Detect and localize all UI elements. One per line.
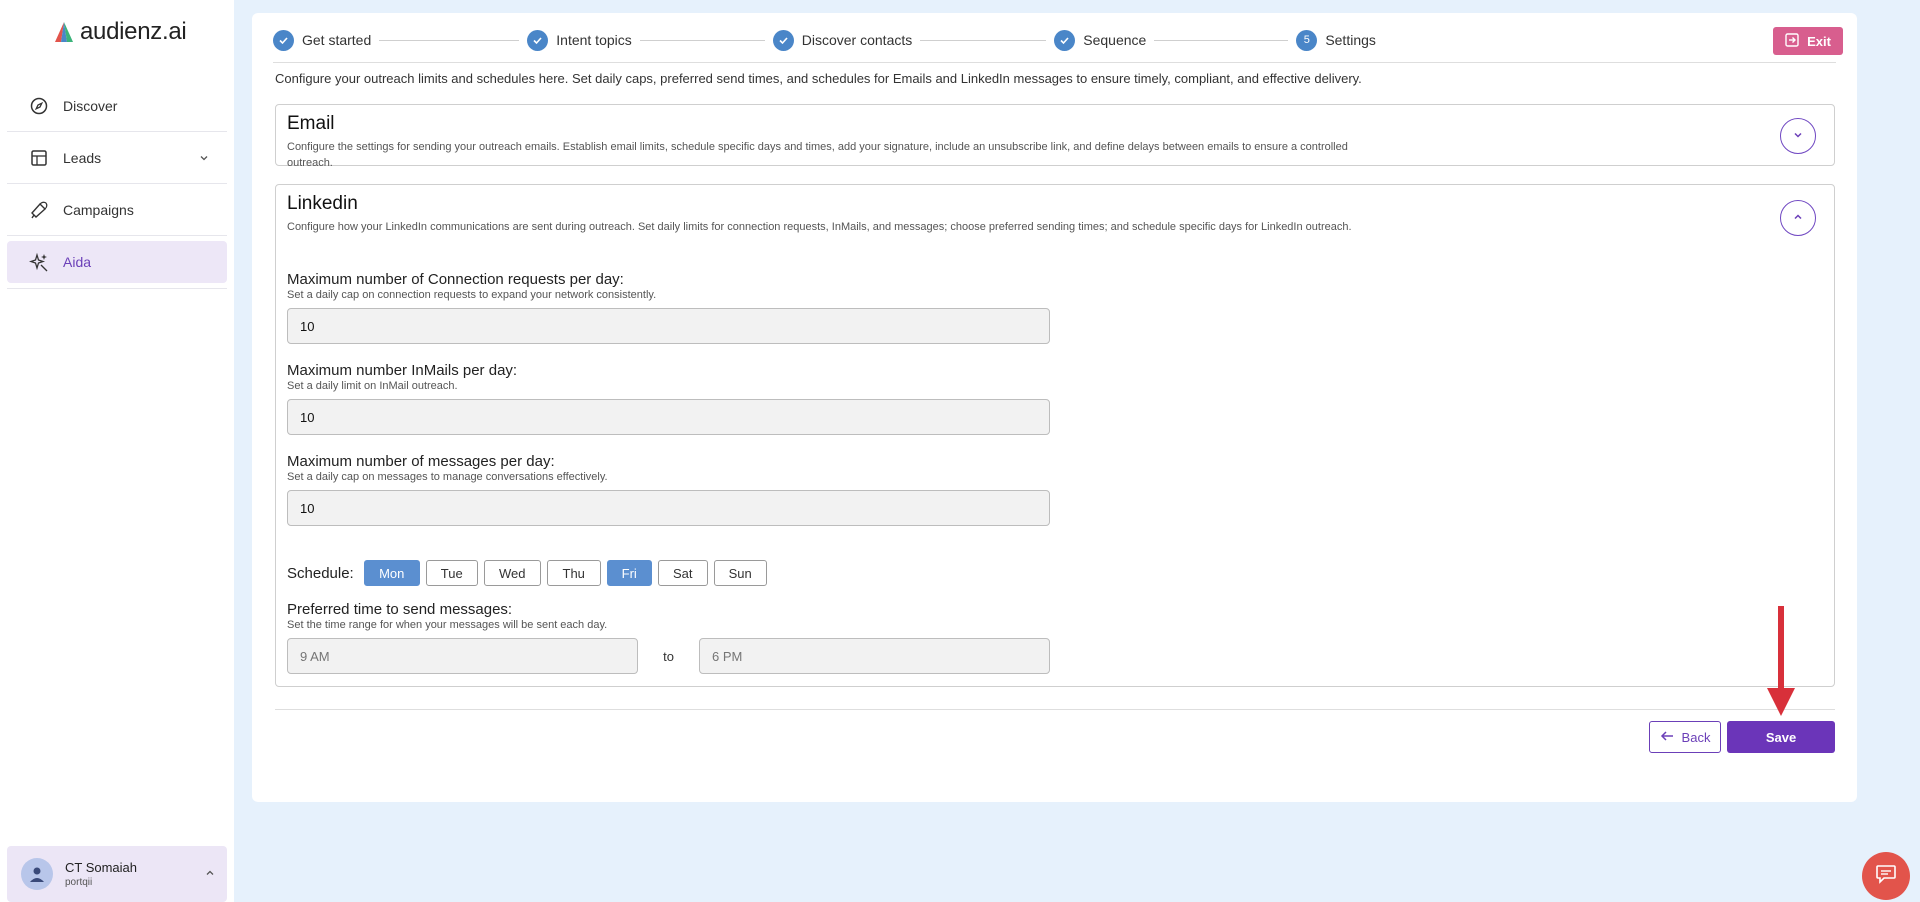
chevron-up-icon	[1792, 211, 1804, 226]
field-help: Set the time range for when your message…	[287, 619, 608, 631]
day-toggle-wed[interactable]: Wed	[483, 560, 541, 586]
field-label: Maximum number of Connection requests pe…	[287, 271, 624, 288]
check-icon	[273, 29, 294, 51]
sidebar: audienz.ai Discover Leads Campaigns Aida…	[0, 0, 234, 902]
linkedin-card-header: Linkedin Configure how your LinkedIn com…	[287, 193, 1357, 235]
step-label: Intent topics	[556, 32, 632, 48]
sidebar-item-label: Discover	[63, 97, 118, 114]
step-discover-contacts[interactable]: Discover contacts	[772, 29, 913, 51]
user-name: CT Somaiah	[65, 860, 138, 875]
field-label: Maximum number of messages per day:	[287, 453, 555, 470]
step-settings[interactable]: 5 Settings	[1296, 29, 1376, 51]
schedule-label: Schedule:	[287, 564, 354, 582]
day-toggle-fri[interactable]: Fri	[606, 560, 652, 586]
chat-support-button[interactable]	[1862, 852, 1910, 900]
megaphone-icon	[29, 200, 49, 220]
exit-label: Exit	[1807, 33, 1831, 49]
annotation-arrow-icon	[1767, 606, 1795, 716]
email-expand-button[interactable]	[1780, 118, 1816, 154]
sidebar-nav: Discover Leads Campaigns Aida	[7, 80, 227, 289]
divider	[7, 288, 227, 289]
day-toggle-sun[interactable]: Sun	[713, 560, 767, 586]
check-icon	[527, 29, 549, 51]
step-label: Get started	[302, 32, 372, 48]
step-connector	[1154, 39, 1289, 41]
sidebar-item-label: Aida	[63, 254, 92, 270]
user-info: CT Somaiah portqii	[65, 860, 137, 888]
email-settings-card: Email Configure the settings for sending…	[275, 104, 1835, 169]
exit-button[interactable]: Exit	[1773, 27, 1843, 55]
time-to-input[interactable]	[699, 638, 1050, 674]
avatar	[21, 858, 53, 890]
sidebar-item-leads[interactable]: Leads	[7, 132, 227, 184]
day-toggle-sat[interactable]: Sat	[657, 560, 708, 586]
step-number: 5	[1296, 29, 1318, 51]
connection-requests-field: Maximum number of Connection requests pe…	[287, 271, 1050, 344]
brand-logo[interactable]: audienz.ai	[52, 18, 187, 46]
linkedin-card-title: Linkedin	[287, 193, 358, 214]
step-label: Sequence	[1083, 32, 1147, 48]
connection-requests-input[interactable]	[287, 308, 1050, 344]
audienz-logo-icon	[52, 20, 76, 44]
linkedin-card-description: Configure how your LinkedIn communicatio…	[287, 221, 1352, 233]
compass-icon	[29, 96, 49, 116]
wizard-stepper: Get started Intent topics Discover conta…	[273, 28, 1376, 52]
check-icon	[1054, 29, 1076, 51]
field-label: Preferred time to send messages:	[287, 601, 513, 618]
schedule-row: Schedule: Mon Tue Wed Thu Fri Sat Sun	[287, 560, 767, 586]
linkedin-collapse-button[interactable]	[1780, 200, 1816, 236]
email-card-title: Email	[287, 113, 335, 134]
sidebar-item-campaigns[interactable]: Campaigns	[7, 184, 227, 236]
chat-icon	[1875, 864, 1897, 889]
intro-text: Configure your outreach limits and sched…	[275, 71, 1362, 86]
exit-icon	[1785, 32, 1799, 50]
main-panel: Get started Intent topics Discover conta…	[252, 13, 1857, 802]
chevron-up-icon[interactable]	[205, 865, 215, 883]
messages-input[interactable]	[287, 490, 1050, 526]
sidebar-item-aida[interactable]: Aida	[7, 241, 227, 283]
sidebar-item-discover[interactable]: Discover	[7, 80, 227, 132]
time-from-input[interactable]	[287, 638, 638, 674]
step-connector	[639, 39, 765, 41]
user-profile-card[interactable]: CT Somaiah portqii	[7, 846, 227, 902]
sidebar-item-label: Campaigns	[63, 201, 134, 218]
check-icon	[772, 29, 794, 51]
inmails-field: Maximum number InMails per day: Set a da…	[287, 362, 1050, 435]
field-help: Set a daily cap on messages to manage co…	[287, 471, 608, 483]
chevron-down-icon	[1792, 129, 1804, 144]
table-icon	[29, 148, 49, 168]
step-label: Settings	[1325, 32, 1376, 48]
messages-field: Maximum number of messages per day: Set …	[287, 453, 1050, 526]
step-connector	[379, 39, 520, 41]
day-toggle-tue[interactable]: Tue	[425, 560, 478, 586]
sidebar-item-label: Leads	[63, 149, 102, 166]
step-label: Discover contacts	[801, 32, 913, 48]
step-intent-topics[interactable]: Intent topics	[527, 29, 632, 51]
field-help: Set a daily cap on connection requests t…	[287, 289, 657, 301]
preferred-time-field: Preferred time to send messages: Set the…	[287, 601, 1050, 674]
day-toggle-mon[interactable]: Mon	[363, 560, 420, 586]
field-label: Maximum number InMails per day:	[287, 362, 518, 379]
inmails-input[interactable]	[287, 399, 1050, 435]
back-button[interactable]: Back	[1649, 721, 1721, 753]
sparkle-icon	[29, 252, 49, 272]
linkedin-settings-card: Linkedin Configure how your LinkedIn com…	[275, 184, 1835, 687]
divider	[273, 62, 1836, 63]
field-help: Set a daily limit on InMail outreach.	[287, 380, 458, 392]
divider	[275, 709, 1835, 710]
time-separator: to	[663, 648, 674, 664]
brand-name: audienz.ai	[80, 18, 187, 45]
day-toggle-thu[interactable]: Thu	[546, 560, 601, 586]
chevron-down-icon[interactable]	[199, 150, 209, 166]
user-org: portqii	[65, 877, 93, 888]
time-range: to	[287, 638, 1050, 674]
email-card-description: Configure the settings for sending your …	[287, 141, 1348, 169]
step-sequence[interactable]: Sequence	[1054, 29, 1147, 51]
back-label: Back	[1681, 729, 1711, 745]
save-button[interactable]: Save	[1727, 721, 1835, 753]
arrow-left-icon	[1660, 730, 1674, 745]
step-get-started[interactable]: Get started	[273, 29, 372, 51]
step-connector	[920, 39, 1047, 41]
